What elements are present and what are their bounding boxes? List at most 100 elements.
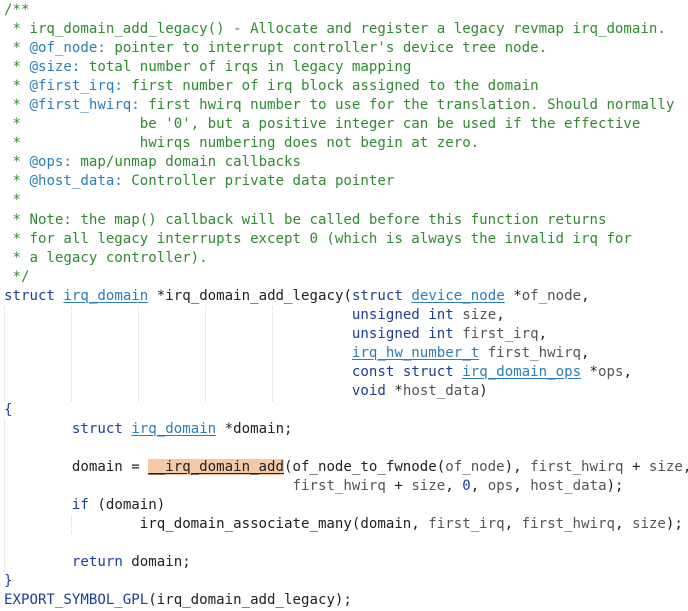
code-line[interactable]: * hwirqs numbering does not begin at zer… <box>0 134 688 153</box>
code-token: domain = <box>4 459 149 476</box>
code-line[interactable]: irq_domain_associate_many(domain, first_… <box>0 515 688 534</box>
code-token: , <box>623 363 633 380</box>
code-token: /** <box>4 2 30 18</box>
code-line[interactable]: if (domain) <box>0 496 688 515</box>
code-token: , <box>513 478 531 495</box>
code-token: irq_hw_number_t <box>351 344 480 361</box>
code-token: struct <box>402 363 454 380</box>
code-token: struct <box>71 421 123 438</box>
code-token: first hwirq number to use for the transl… <box>139 97 675 114</box>
code-line[interactable]: /** <box>0 1 688 20</box>
code-token: of_node <box>445 459 505 476</box>
code-line[interactable]: struct irq_domain *domain; <box>0 420 688 439</box>
code-token: * <box>4 59 30 76</box>
code-token: + <box>623 459 649 476</box>
code-token: size <box>411 478 446 495</box>
code-token: map/unmap domain callbacks <box>71 154 302 171</box>
code-line[interactable]: void *host_data) <box>0 382 688 401</box>
code-token: * be '0', but a positive integer can be … <box>4 116 641 133</box>
highlighted-symbol[interactable]: __irq_domain_add <box>148 459 285 476</box>
code-token: @host_data: <box>29 173 123 190</box>
code-line[interactable]: return domain; <box>0 553 688 572</box>
code-token: , <box>504 516 522 533</box>
code-line[interactable]: * a legacy controller). <box>0 249 688 268</box>
code-token: ), <box>504 459 531 476</box>
code-line[interactable]: * @ops: map/unmap domain callbacks <box>0 153 688 172</box>
code-line[interactable]: * for all legacy interrupts except 0 (wh… <box>0 230 688 249</box>
code-line[interactable]: EXPORT_SYMBOL_GPL(irq_domain_add_legacy)… <box>0 591 688 610</box>
code-token: first_hwirq <box>292 478 386 495</box>
code-token: * <box>4 154 30 171</box>
code-token: , <box>614 516 632 533</box>
code-token: , <box>496 306 505 323</box>
code-token: first_hwirq <box>487 344 582 361</box>
code-token: size <box>648 459 683 476</box>
code-line[interactable]: */ <box>0 268 688 287</box>
code-token: , <box>445 478 463 495</box>
code-line[interactable] <box>0 439 688 458</box>
code-token: (domain) <box>88 497 166 514</box>
code-token: @of_node: <box>29 40 106 57</box>
code-line[interactable]: { <box>0 401 688 420</box>
code-line[interactable]: * @size: total number of irqs in legacy … <box>0 58 688 77</box>
code-token: , <box>470 478 488 495</box>
code-token: first_hwirq <box>530 459 624 476</box>
code-token: * <box>385 382 403 399</box>
code-token: irq_domain_associate_many(domain, <box>4 516 429 533</box>
code-token: total number of irqs in legacy mapping <box>80 59 412 76</box>
code-token: *domain; <box>216 421 293 438</box>
code-token: unsigned int <box>351 325 454 342</box>
code-token: * for all legacy interrupts except 0 (wh… <box>4 230 632 247</box>
code-token: domain; <box>122 554 191 571</box>
code-token: pointer to interrupt controller's device… <box>105 40 548 57</box>
code-token: * <box>581 363 599 380</box>
code-line[interactable]: first_hwirq + size, 0, ops, host_data); <box>0 477 688 496</box>
code-line[interactable]: } <box>0 572 688 591</box>
code-line[interactable]: * @of_node: pointer to interrupt control… <box>0 39 688 58</box>
code-line[interactable]: struct irq_domain *irq_domain_add_legacy… <box>0 287 688 306</box>
code-token: EXPORT_SYMBOL_GPL <box>4 592 149 609</box>
code-token: (of_node_to_fwnode( <box>284 459 446 476</box>
code-token: size <box>462 306 497 323</box>
code-line[interactable] <box>0 534 688 553</box>
code-token: * <box>4 97 30 114</box>
code-token: } <box>4 573 13 590</box>
code-token: first number of irq block assigned to th… <box>122 78 539 95</box>
code-line[interactable]: const struct irq_domain_ops *ops, <box>0 363 688 382</box>
code-token: device_node <box>411 287 505 304</box>
code-token: * Note: the map() callback will be calle… <box>4 211 607 228</box>
code-token: ); <box>665 516 683 533</box>
code-line[interactable]: * <box>0 191 688 210</box>
code-line[interactable]: unsigned int size, <box>0 306 688 325</box>
code-line[interactable]: * be '0', but a positive integer can be … <box>0 115 688 134</box>
code-token: return <box>71 554 123 571</box>
code-line[interactable]: domain = __irq_domain_add(of_node_to_fwn… <box>0 458 688 477</box>
code-token: irq_domain <box>131 421 217 438</box>
code-token: @first_hwirq: <box>29 97 140 114</box>
code-token: void <box>351 382 386 399</box>
code-token: const <box>351 363 395 380</box>
code-line[interactable]: * irq_domain_add_legacy() - Allocate and… <box>0 20 688 39</box>
code-token: of_node <box>521 287 582 304</box>
code-token: ); <box>606 478 624 495</box>
code-token: first_irq <box>428 516 505 533</box>
code-token: irq_domain_ops <box>462 363 582 380</box>
code-line[interactable]: unsigned int first_irq, <box>0 325 688 344</box>
code-token: * <box>504 287 522 304</box>
code-line[interactable]: * @host_data: Controller private data po… <box>0 172 688 191</box>
code-editor[interactable]: /** * irq_domain_add_legacy() - Allocate… <box>0 0 688 610</box>
code-line[interactable]: * @first_irq: first number of irq block … <box>0 77 688 96</box>
code-token: * <box>4 192 21 209</box>
code-token: first_irq <box>462 325 539 342</box>
code-token: 0 <box>462 478 471 495</box>
code-line[interactable]: * @first_hwirq: first hwirq number to us… <box>0 96 688 115</box>
code-token: Controller private data pointer <box>122 173 395 190</box>
code-line[interactable]: * Note: the map() callback will be calle… <box>0 211 688 230</box>
code-token: , <box>581 287 590 304</box>
code-line[interactable]: irq_hw_number_t first_hwirq, <box>0 344 688 363</box>
